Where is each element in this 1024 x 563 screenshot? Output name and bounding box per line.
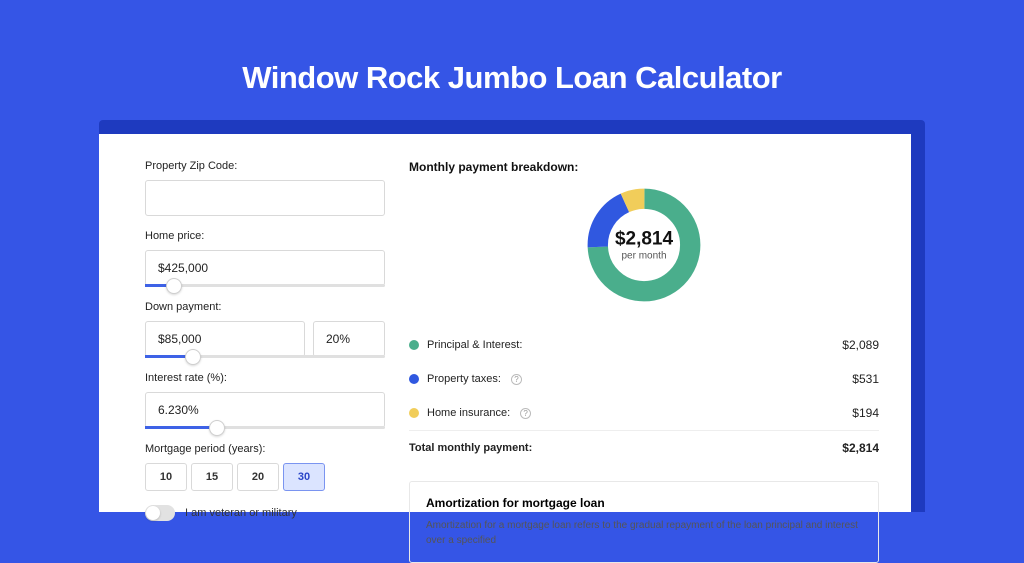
info-icon[interactable]: ? (511, 374, 522, 385)
interest-rate-input[interactable] (145, 392, 385, 428)
period-option-15[interactable]: 15 (191, 463, 233, 491)
legend-value-taxes: $531 (852, 372, 879, 386)
amortization-title: Amortization for mortgage loan (426, 496, 862, 510)
info-icon[interactable]: ? (520, 408, 531, 419)
interest-rate-label: Interest rate (%): (145, 372, 385, 384)
toggle-knob (146, 506, 160, 520)
page-title: Window Rock Jumbo Loan Calculator (242, 60, 782, 96)
breakdown-panel: Monthly payment breakdown: $2,814 per mo… (409, 160, 879, 512)
down-payment-input[interactable] (145, 321, 305, 357)
legend-row-taxes: Property taxes: ? $531 (409, 362, 879, 396)
zip-input[interactable] (145, 180, 385, 216)
down-payment-slider[interactable] (145, 355, 385, 358)
slider-thumb[interactable] (185, 349, 201, 365)
zip-label: Property Zip Code: (145, 160, 385, 172)
legend-value-principal: $2,089 (842, 338, 879, 352)
period-options: 10 15 20 30 (145, 463, 385, 491)
interest-rate-slider[interactable] (145, 426, 385, 429)
legend-value-insurance: $194 (852, 406, 879, 420)
donut-chart: $2,814 per month (409, 184, 879, 306)
down-payment-pct-input[interactable] (313, 321, 385, 357)
legend-row-principal: Principal & Interest: $2,089 (409, 328, 879, 362)
donut-center-value: $2,814 (615, 229, 673, 251)
donut-center-sub: per month (615, 251, 673, 262)
veteran-label: I am veteran or military (185, 507, 297, 519)
down-payment-label: Down payment: (145, 301, 385, 313)
legend-total-value: $2,814 (842, 441, 879, 455)
legend-label-text: Property taxes: (427, 373, 501, 385)
legend-label-text: Home insurance: (427, 407, 510, 419)
home-price-label: Home price: (145, 230, 385, 242)
period-option-20[interactable]: 20 (237, 463, 279, 491)
slider-thumb[interactable] (166, 278, 182, 294)
legend-dot-insurance (409, 408, 419, 418)
home-price-input[interactable] (145, 250, 385, 286)
period-option-10[interactable]: 10 (145, 463, 187, 491)
period-option-30[interactable]: 30 (283, 463, 325, 491)
calculator-card: Property Zip Code: Home price: Down paym… (99, 134, 911, 512)
legend-dot-taxes (409, 374, 419, 384)
home-price-slider[interactable] (145, 284, 385, 287)
amortization-text: Amortization for a mortgage loan refers … (426, 518, 862, 548)
legend-total-label: Total monthly payment: (409, 442, 532, 454)
slider-thumb[interactable] (209, 420, 225, 436)
legend-dot-principal (409, 340, 419, 350)
inputs-panel: Property Zip Code: Home price: Down paym… (145, 160, 385, 512)
breakdown-title: Monthly payment breakdown: (409, 160, 879, 174)
veteran-toggle[interactable] (145, 505, 175, 521)
legend-label-text: Principal & Interest: (427, 339, 522, 351)
amortization-card: Amortization for mortgage loan Amortizat… (409, 481, 879, 563)
legend-row-insurance: Home insurance: ? $194 (409, 396, 879, 430)
period-label: Mortgage period (years): (145, 443, 385, 455)
legend-row-total: Total monthly payment: $2,814 (409, 430, 879, 465)
